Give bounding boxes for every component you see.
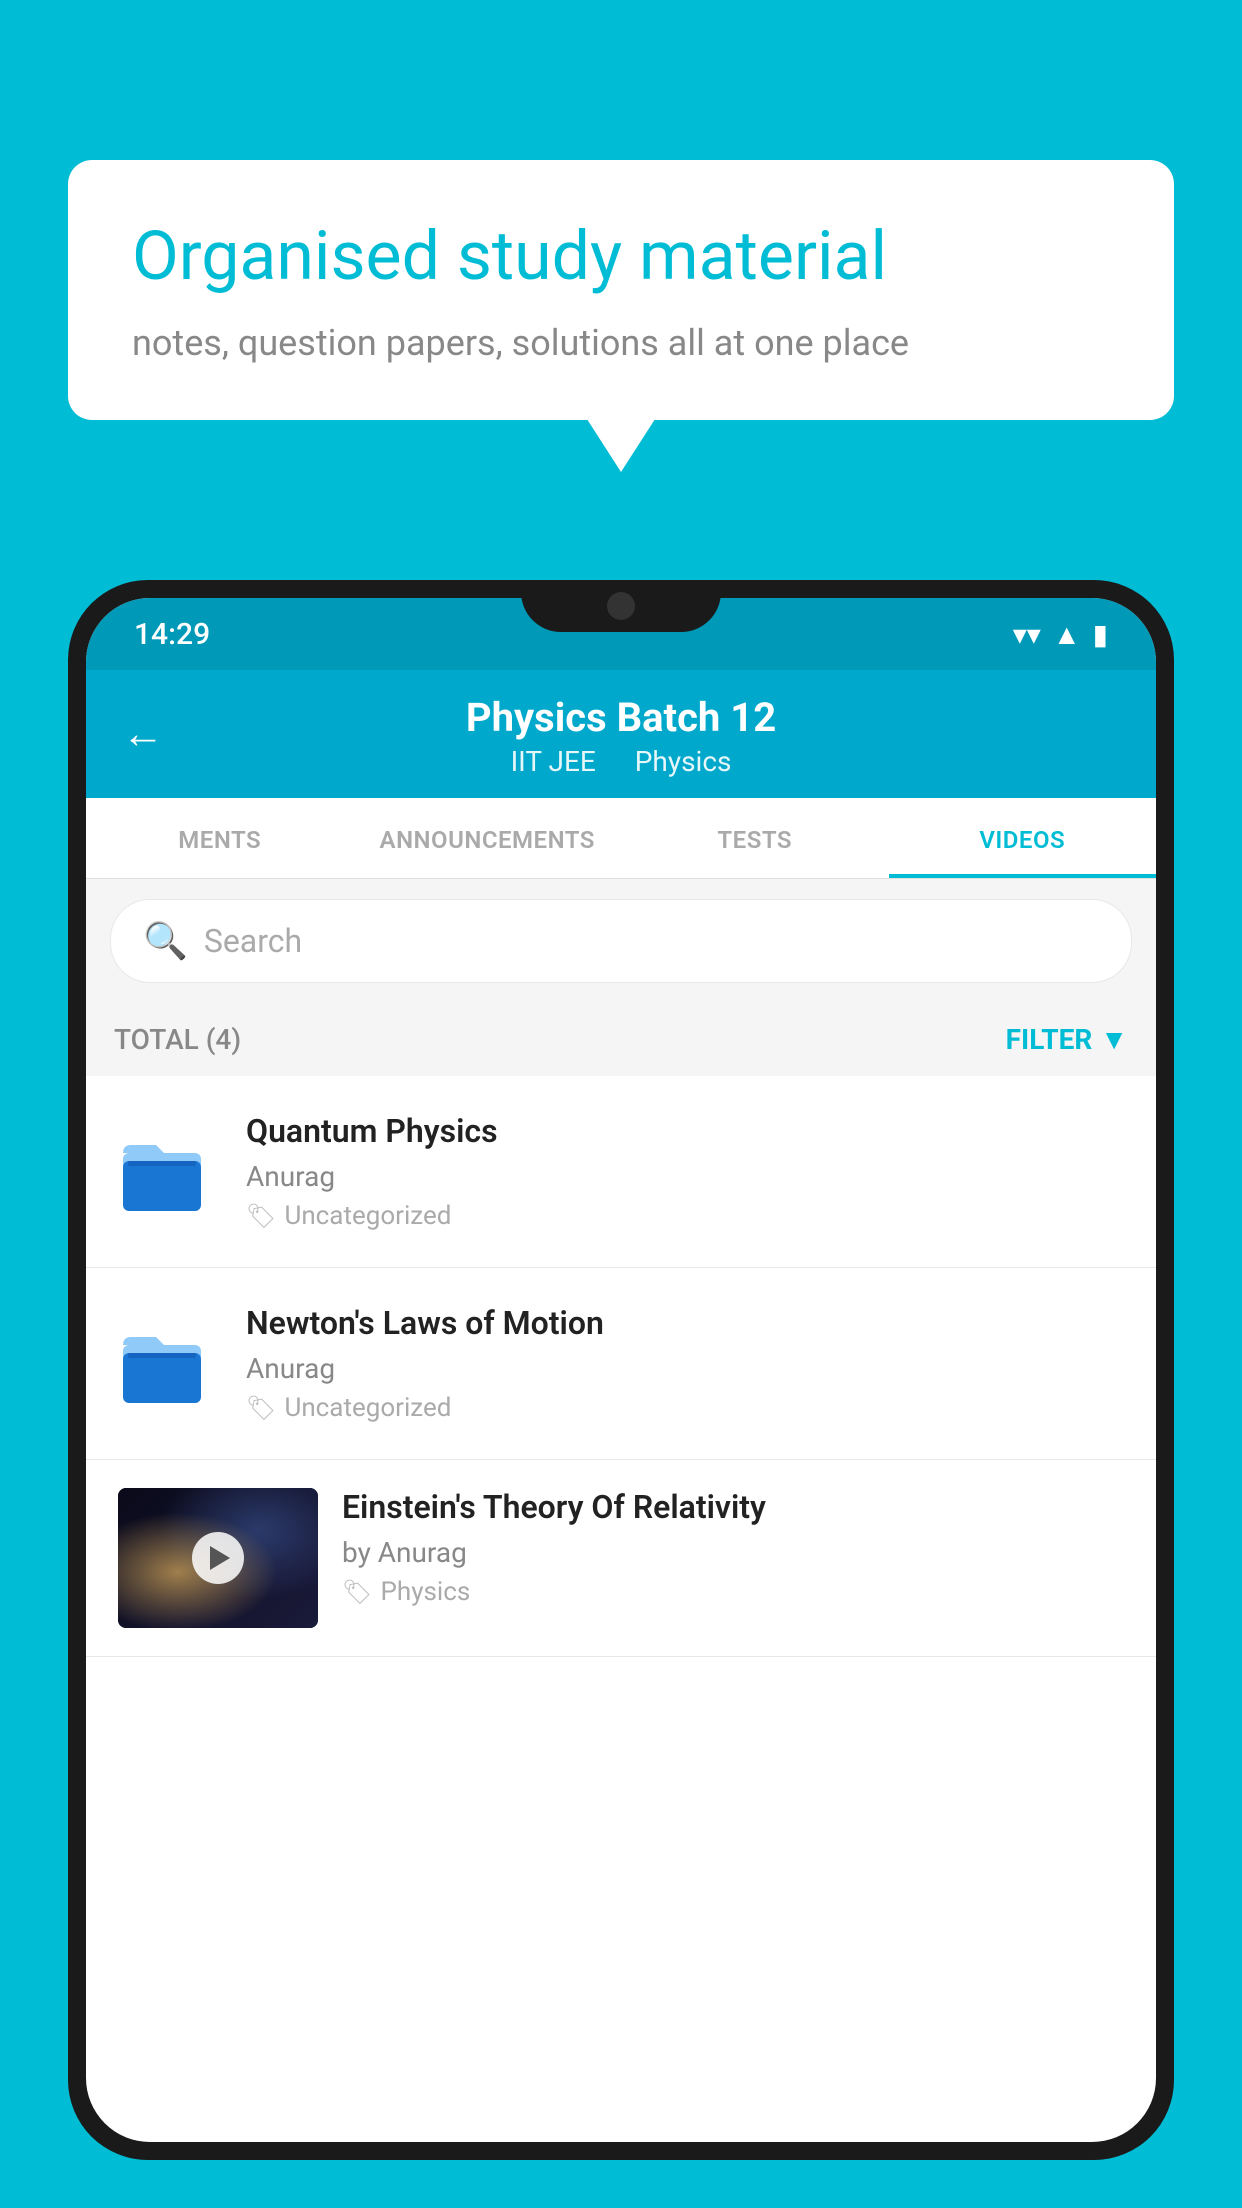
tag-icon-2: 🏷 xyxy=(246,1394,276,1422)
wifi-icon: ▾▾ xyxy=(1013,618,1041,651)
folder-icon-1 xyxy=(118,1125,208,1215)
list-item[interactable]: Quantum Physics Anurag 🏷 Uncategorized xyxy=(86,1076,1156,1268)
phone-frame: 14:29 ▾▾ ▲ ▮ ← Physics Batch 12 IIT JEE … xyxy=(68,580,1174,2208)
video-tag-label-3: Physics xyxy=(380,1577,470,1607)
list-item[interactable]: Einstein's Theory Of Relativity by Anura… xyxy=(86,1460,1156,1657)
play-button[interactable] xyxy=(192,1532,244,1584)
speech-bubble-title: Organised study material xyxy=(132,216,1110,298)
video-tag-label-1: Uncategorized xyxy=(284,1201,451,1231)
folder-thumbnail-1 xyxy=(118,1125,218,1219)
phone-screen: 14:29 ▾▾ ▲ ▮ ← Physics Batch 12 IIT JEE … xyxy=(86,598,1156,2142)
video-tag-label-2: Uncategorized xyxy=(284,1393,451,1423)
folder-thumbnail-2 xyxy=(118,1317,218,1411)
tab-tests[interactable]: TESTS xyxy=(621,798,889,878)
phone-outer: 14:29 ▾▾ ▲ ▮ ← Physics Batch 12 IIT JEE … xyxy=(68,580,1174,2160)
video-title-3: Einstein's Theory Of Relativity xyxy=(342,1488,1124,1526)
video-info-3: Einstein's Theory Of Relativity by Anura… xyxy=(342,1488,1124,1607)
folder-icon-2 xyxy=(118,1317,208,1407)
video-thumbnail-einstein xyxy=(118,1488,318,1628)
video-list: Quantum Physics Anurag 🏷 Uncategorized xyxy=(86,1076,1156,1657)
list-item[interactable]: Newton's Laws of Motion Anurag 🏷 Uncateg… xyxy=(86,1268,1156,1460)
filter-icon: ▼ xyxy=(1100,1023,1128,1056)
search-placeholder: Search xyxy=(204,922,302,960)
total-count: TOTAL (4) xyxy=(114,1023,241,1056)
tab-videos[interactable]: VIDEOS xyxy=(889,798,1157,878)
app-header: ← Physics Batch 12 IIT JEE Physics xyxy=(86,670,1156,798)
video-title-2: Newton's Laws of Motion xyxy=(246,1304,1124,1342)
speech-bubble-subtitle: notes, question papers, solutions all at… xyxy=(132,322,1110,364)
header-subtitle-part2: Physics xyxy=(635,745,732,778)
tabs-bar: MENTS ANNOUNCEMENTS TESTS VIDEOS xyxy=(86,798,1156,879)
play-triangle-icon xyxy=(210,1546,230,1570)
filter-bar: TOTAL (4) FILTER ▼ xyxy=(86,1003,1156,1076)
video-tag-2: 🏷 Uncategorized xyxy=(246,1393,1124,1423)
back-button[interactable]: ← xyxy=(122,710,164,759)
video-author-3: by Anurag xyxy=(342,1536,1124,1569)
battery-icon: ▮ xyxy=(1093,618,1108,651)
tag-icon-3: 🏷 xyxy=(342,1578,372,1606)
signal-icon: ▲ xyxy=(1053,618,1081,651)
video-info-2: Newton's Laws of Motion Anurag 🏷 Uncateg… xyxy=(246,1304,1124,1423)
video-info-1: Quantum Physics Anurag 🏷 Uncategorized xyxy=(246,1112,1124,1231)
status-time: 14:29 xyxy=(134,617,210,652)
status-icons: ▾▾ ▲ ▮ xyxy=(1013,618,1108,651)
video-tag-3: 🏷 Physics xyxy=(342,1577,1124,1607)
tab-ments[interactable]: MENTS xyxy=(86,798,354,878)
header-subtitle-part1: IIT JEE xyxy=(511,745,596,778)
filter-button[interactable]: FILTER ▼ xyxy=(1006,1023,1128,1056)
search-bar[interactable]: 🔍 Search xyxy=(110,899,1132,983)
header-subtitle: IIT JEE Physics xyxy=(126,745,1116,778)
speech-bubble-section: Organised study material notes, question… xyxy=(68,160,1174,420)
video-author-2: Anurag xyxy=(246,1352,1124,1385)
phone-notch xyxy=(521,580,721,632)
video-author-1: Anurag xyxy=(246,1160,1124,1193)
video-tag-1: 🏷 Uncategorized xyxy=(246,1201,1124,1231)
front-camera xyxy=(607,592,635,620)
tab-announcements[interactable]: ANNOUNCEMENTS xyxy=(354,798,622,878)
video-title-1: Quantum Physics xyxy=(246,1112,1124,1150)
search-icon: 🔍 xyxy=(143,920,188,962)
header-title: Physics Batch 12 xyxy=(126,694,1116,741)
filter-label: FILTER xyxy=(1006,1023,1093,1056)
tag-icon-1: 🏷 xyxy=(246,1202,276,1230)
search-container: 🔍 Search xyxy=(86,879,1156,1003)
speech-bubble: Organised study material notes, question… xyxy=(68,160,1174,420)
